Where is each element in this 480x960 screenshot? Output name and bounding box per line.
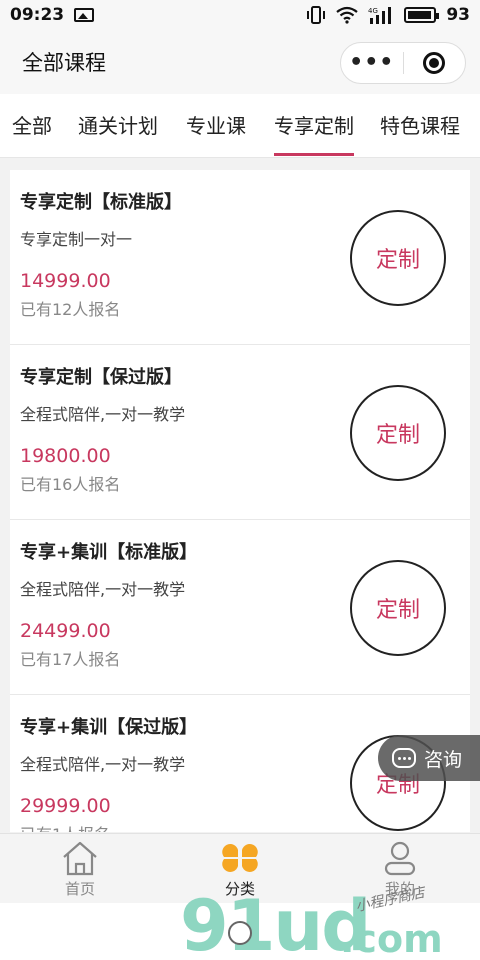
chat-bubble-icon bbox=[392, 748, 416, 768]
tab-professional[interactable]: 专业课 bbox=[186, 94, 246, 158]
home-icon bbox=[63, 841, 97, 876]
watermark: 91ud .com 小程序商店 bbox=[0, 885, 480, 960]
course-list: 专享定制【标准版】 专享定制一对一 14999.00 已有12人报名 定制 专享… bbox=[10, 170, 470, 832]
vibrate-icon bbox=[307, 6, 326, 24]
course-item[interactable]: 专享+集训【标准版】 全程式陪伴,一对一教学 24499.00 已有17人报名 … bbox=[10, 520, 470, 695]
tab-exclusive-custom[interactable]: 专享定制 bbox=[274, 94, 354, 158]
course-item[interactable]: 专享定制【保过版】 全程式陪伴,一对一教学 19800.00 已有16人报名 定… bbox=[10, 345, 470, 520]
category-icon bbox=[222, 844, 258, 872]
category-tabs: 全部 通关计划 专业课 专享定制 特色课程 bbox=[0, 94, 480, 158]
customize-button[interactable]: 定制 bbox=[350, 560, 446, 656]
more-options-button[interactable]: ••• bbox=[341, 42, 403, 84]
status-time: 09:23 bbox=[10, 5, 65, 25]
course-item[interactable]: 专享定制【标准版】 专享定制一对一 14999.00 已有12人报名 定制 bbox=[10, 170, 470, 345]
tab-pass-plan[interactable]: 通关计划 bbox=[78, 94, 158, 158]
consult-label: 咨询 bbox=[424, 748, 463, 771]
tabbar-home-label: 首页 bbox=[64, 880, 95, 898]
consult-button[interactable]: 咨询 bbox=[378, 735, 480, 781]
profile-icon bbox=[384, 841, 416, 876]
status-bar: 09:23 4G 93 bbox=[0, 0, 480, 30]
tab-all[interactable]: 全部 bbox=[12, 94, 52, 158]
tabbar-home[interactable]: 首页 bbox=[0, 834, 160, 903]
battery-percentage: 93 bbox=[446, 5, 470, 25]
image-notification-icon bbox=[74, 8, 95, 22]
page-title: 全部课程 bbox=[22, 51, 106, 75]
battery-icon bbox=[404, 7, 440, 23]
miniprogram-capsule: ••• bbox=[340, 42, 466, 84]
customize-button[interactable]: 定制 bbox=[350, 385, 446, 481]
close-miniprogram-button[interactable] bbox=[404, 52, 466, 74]
watermark-domain: .com bbox=[340, 917, 443, 960]
battery-fill bbox=[408, 11, 431, 19]
cellular-signal-icon: 4G bbox=[368, 7, 392, 24]
network-type-label: 4G bbox=[368, 7, 378, 15]
home-indicator[interactable] bbox=[228, 921, 252, 945]
wifi-icon bbox=[336, 6, 359, 24]
navigation-bar: 全部课程 ••• bbox=[0, 30, 480, 94]
customize-button[interactable]: 定制 bbox=[350, 210, 446, 306]
status-indicators: 4G 93 bbox=[306, 5, 470, 25]
tab-featured[interactable]: 特色课程 bbox=[380, 94, 460, 158]
target-icon bbox=[423, 52, 446, 74]
